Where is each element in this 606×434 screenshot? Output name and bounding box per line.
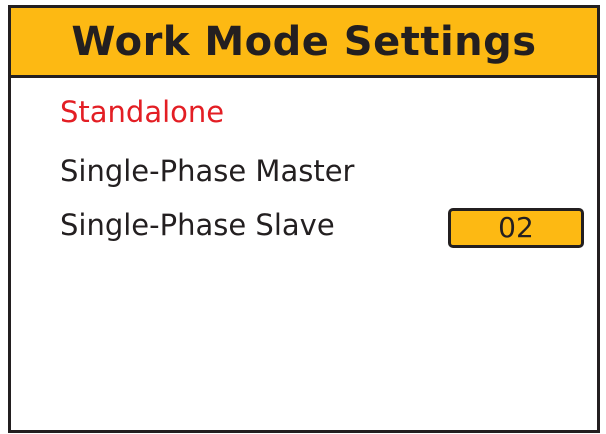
work-mode-settings-screen: Work Mode Settings Standalone Single-Pha… xyxy=(8,5,600,433)
menu-item-single-phase-slave[interactable]: Single-Phase Slave xyxy=(60,211,335,240)
page-title: Work Mode Settings xyxy=(71,18,537,65)
slave-address-value-box[interactable]: 02 xyxy=(448,208,584,248)
menu-item-single-phase-master[interactable]: Single-Phase Master xyxy=(60,157,354,186)
header-bar: Work Mode Settings xyxy=(11,8,597,78)
menu-item-standalone[interactable]: Standalone xyxy=(60,98,224,127)
